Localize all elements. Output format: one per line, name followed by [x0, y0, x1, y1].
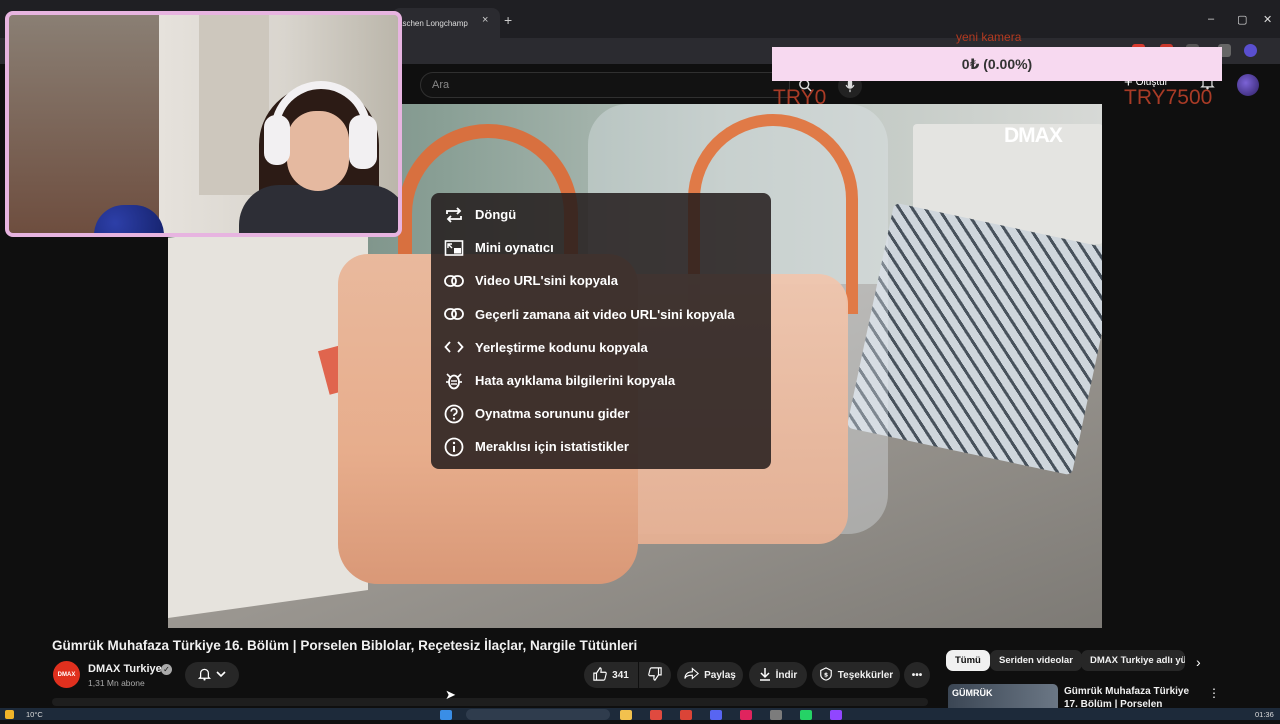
info-icon	[443, 436, 465, 458]
maximize-button[interactable]: ▢	[1237, 13, 1247, 26]
channel-watermark: DMAX	[1004, 124, 1063, 147]
taskbar-clock: 01:36	[1255, 710, 1274, 719]
donation-goal-bar: 0₺ (0.00%)	[772, 47, 1222, 81]
webcam-bookshelf	[9, 15, 159, 233]
weather-icon[interactable]	[5, 710, 14, 719]
menu-item-copy-url-at-time[interactable]: Geçerli zamana ait video URL'sini kopyal…	[431, 298, 771, 331]
link-icon	[443, 303, 465, 325]
like-button[interactable]: 341	[584, 662, 638, 688]
thumbs-down-icon	[648, 666, 662, 684]
minimize-button[interactable]: –	[1208, 13, 1214, 25]
donation-goal-caption: yeni kamera	[956, 30, 1022, 44]
taskbar-search[interactable]	[466, 709, 610, 720]
search-input[interactable]: Ara	[420, 72, 790, 98]
menu-item-miniplayer[interactable]: Mini oynatıcı	[431, 231, 771, 264]
start-icon[interactable]	[440, 710, 452, 720]
share-icon	[684, 667, 700, 683]
share-label: Paylaş	[704, 669, 736, 681]
chip-series-videos[interactable]: Seriden videolar	[990, 650, 1082, 671]
thanks-button[interactable]: $ Teşekkürler	[812, 662, 900, 688]
like-count: 341	[612, 669, 629, 681]
menu-item-copy-url[interactable]: Video URL'sini kopyala	[431, 264, 771, 297]
menu-item-loop[interactable]: Döngü	[431, 198, 771, 231]
new-tab-button[interactable]: +	[504, 12, 512, 28]
headphones-earcup	[264, 115, 290, 165]
code-icon	[443, 336, 465, 358]
file-explorer-icon[interactable]	[620, 710, 632, 720]
loop-icon	[443, 204, 465, 226]
app-icon[interactable]	[770, 710, 782, 720]
channel-name[interactable]: DMAX Turkiye	[88, 663, 162, 675]
menu-item-label: Mini oynatıcı	[475, 240, 554, 256]
subscriber-count: 1,31 Mn abone	[88, 678, 145, 688]
menu-item-label: Döngü	[475, 207, 517, 223]
donation-goal-start: TRY0	[773, 86, 827, 109]
account-avatar[interactable]	[1237, 74, 1259, 96]
bell-icon	[197, 667, 212, 684]
video-title: Gümrük Muhafaza Türkiye 16. Bölüm | Pors…	[52, 638, 638, 653]
link-icon	[443, 270, 465, 292]
menu-item-label: Yerleştirme kodunu kopyala	[475, 339, 648, 355]
svg-text:$: $	[824, 671, 828, 678]
chevron-down-icon	[216, 670, 226, 681]
menu-item-label: Hata ayıklama bilgilerini kopyala	[475, 373, 676, 389]
more-vertical-icon[interactable]: ⋮	[1208, 686, 1220, 700]
download-icon	[759, 667, 771, 684]
menu-item-label: Video URL'sini kopyala	[475, 273, 618, 289]
help-icon	[443, 403, 465, 425]
menu-item-troubleshoot[interactable]: Oynatma sorununu gider	[431, 397, 771, 430]
share-button[interactable]: Paylaş	[677, 662, 743, 688]
discord-icon[interactable]	[710, 710, 722, 720]
twitch-icon[interactable]	[830, 710, 842, 720]
download-label: İndir	[775, 669, 798, 681]
thumbs-up-icon	[593, 666, 607, 684]
webcam-person-body	[239, 185, 398, 233]
windows-taskbar	[0, 708, 1280, 720]
whatsapp-icon[interactable]	[800, 710, 812, 720]
chip-channel-uploads[interactable]: DMAX Turkiye adlı yü	[1081, 650, 1185, 671]
verified-check-icon: ✓	[161, 664, 172, 675]
webcam-overlay	[5, 11, 402, 237]
donation-goal-end: TRY7500	[1124, 86, 1213, 109]
menu-item-label: Oynatma sorununu gider	[475, 406, 630, 422]
menu-item-copy-embed[interactable]: Yerleştirme kodunu kopyala	[431, 331, 771, 364]
bug-icon	[443, 370, 465, 392]
player-context-menu: Döngü Mini oynatıcı Video URL'sini kopya…	[431, 193, 771, 469]
tab-close-icon[interactable]: ×	[482, 14, 488, 26]
channel-avatar[interactable]: DMAX	[53, 661, 80, 688]
menu-item-label: Geçerli zamana ait video URL'sini kopyal…	[475, 306, 735, 322]
download-button[interactable]: İndir	[749, 662, 807, 688]
subscription-bell-button[interactable]	[185, 662, 239, 688]
taskbar-temperature: 10°C	[26, 710, 43, 719]
app-icon[interactable]	[740, 710, 752, 720]
menu-item-label: Meraklısı için istatistikler	[475, 439, 629, 455]
chip-all[interactable]: Tümü	[946, 650, 990, 671]
close-window-button[interactable]: ✕	[1263, 13, 1272, 26]
super-thanks-icon: $	[819, 666, 833, 684]
dislike-button[interactable]	[639, 662, 671, 688]
headphones-earcup	[349, 115, 377, 169]
more-actions-icon[interactable]: •••	[904, 662, 930, 688]
thanks-label: Teşekkürler	[837, 669, 894, 681]
chrome-icon[interactable]	[680, 710, 692, 720]
app-icon[interactable]	[650, 710, 662, 720]
menu-item-stats-for-nerds[interactable]: Meraklısı için istatistikler	[431, 430, 771, 463]
miniplayer-icon	[443, 237, 465, 259]
mouse-cursor-icon: ➤	[445, 687, 456, 702]
chevron-right-icon[interactable]: ›	[1196, 654, 1201, 670]
description-box[interactable]	[52, 698, 928, 706]
profile-icon[interactable]	[1244, 44, 1257, 57]
tab-title: aschen Longchamp	[398, 18, 468, 28]
menu-item-copy-debug[interactable]: Hata ayıklama bilgilerini kopyala	[431, 364, 771, 397]
